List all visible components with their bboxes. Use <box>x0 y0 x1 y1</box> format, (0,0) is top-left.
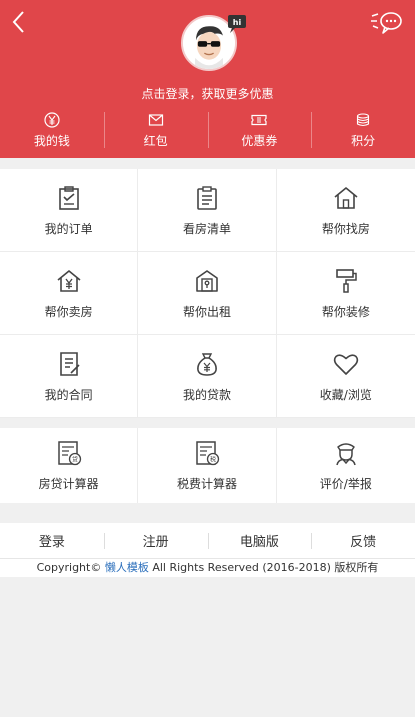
footer-link-login[interactable]: 登录 <box>0 523 104 558</box>
menu-item-decoration[interactable]: 帮你装修 <box>276 252 415 335</box>
menu-item-label: 帮你卖房 <box>44 304 93 319</box>
officer-icon <box>336 443 356 466</box>
tool-review-report[interactable]: 评价/举报 <box>277 428 415 503</box>
yen-coin-icon <box>44 112 60 128</box>
tool-loan-calculator[interactable]: 贷 房贷计算器 <box>0 428 139 503</box>
order-clipboard-icon <box>58 185 79 210</box>
coupon-icon <box>251 114 267 126</box>
red-envelope-icon <box>148 114 163 126</box>
stat-label: 我的钱 <box>33 134 70 148</box>
tax-calculator-icon: 税 <box>196 441 220 466</box>
stat-label: 红包 <box>143 134 168 148</box>
tool-tax-calculator[interactable]: 税 税费计算器 <box>138 428 277 503</box>
menu-item-label: 收藏/浏览 <box>319 387 372 402</box>
stat-coupon[interactable]: 优惠券 <box>207 110 312 152</box>
menu-item-label: 我的订单 <box>44 221 93 236</box>
menu-item-my-orders[interactable]: 我的订单 <box>0 169 139 252</box>
tools-grid: 贷 房贷计算器 税 税费计算器 评价/举报 <box>0 428 415 503</box>
stat-label: 优惠券 <box>241 134 278 148</box>
house-key-icon <box>196 269 218 292</box>
heart-icon <box>333 353 358 375</box>
copyright: Copyright© 懒人模板 All Rights Reserved (201… <box>0 559 415 577</box>
menu-item-label: 帮你装修 <box>321 304 370 319</box>
footer-nav: 登录 注册 电脑版 反馈 <box>0 523 415 559</box>
copyright-suffix: All Rights Reserved (2016-2018) 版权所有 <box>148 561 379 574</box>
menu-item-find-house[interactable]: 帮你找房 <box>276 169 415 252</box>
login-prompt[interactable]: 点击登录，获取更多优惠 <box>0 85 415 102</box>
menu-item-my-loan[interactable]: 我的贷款 <box>138 335 277 418</box>
tool-label: 税费计算器 <box>176 477 237 491</box>
chat-bubble-icon[interactable] <box>369 10 403 36</box>
copyright-prefix: Copyright© <box>36 561 105 574</box>
points-stack-icon <box>357 113 370 127</box>
stat-red-envelope[interactable]: 红包 <box>103 110 208 152</box>
stat-label: 积分 <box>351 134 376 148</box>
profile-header: hi 点击登录，获取更多优惠 我的钱 红包 优惠券 积分 <box>0 0 415 158</box>
menu-item-label: 看房清单 <box>182 221 231 236</box>
contract-icon <box>59 351 80 376</box>
list-clipboard-icon <box>197 185 217 210</box>
tax-badge-text: 税 <box>210 456 216 464</box>
menu-item-viewing-list[interactable]: 看房清单 <box>138 169 277 252</box>
account-stats: 我的钱 红包 优惠券 积分 <box>0 110 415 152</box>
stat-my-money[interactable]: 我的钱 <box>0 110 104 152</box>
tool-label: 评价/举报 <box>319 477 372 491</box>
menu-item-sell-house[interactable]: 帮你卖房 <box>0 252 139 335</box>
menu-item-label: 帮你出租 <box>182 304 231 319</box>
house-icon <box>334 186 358 209</box>
back-arrow-icon[interactable] <box>8 8 30 36</box>
footer-link-desktop[interactable]: 电脑版 <box>207 523 312 558</box>
menu-item-favorites[interactable]: 收藏/浏览 <box>276 335 415 418</box>
footer-link-register[interactable]: 注册 <box>103 523 208 558</box>
service-menu-grid: 我的订单 看房清单 帮你找房 帮你卖房 帮你出租 帮你装修 我的合同 我的贷款 … <box>0 169 415 418</box>
copyright-link[interactable]: 懒人模板 <box>105 561 149 574</box>
hi-speech-badge-icon: hi <box>228 15 246 33</box>
tool-label: 房贷计算器 <box>38 477 99 491</box>
menu-item-label: 我的合同 <box>44 387 93 402</box>
menu-item-label: 帮你找房 <box>321 221 370 236</box>
money-bag-icon <box>197 352 217 376</box>
loan-badge-text: 贷 <box>72 456 78 464</box>
menu-item-my-contract[interactable]: 我的合同 <box>0 335 139 418</box>
paint-roller-icon <box>336 268 357 293</box>
house-yen-icon <box>57 269 81 292</box>
stat-points[interactable]: 积分 <box>311 110 415 152</box>
menu-item-rent-out[interactable]: 帮你出租 <box>138 252 277 335</box>
loan-calculator-icon: 贷 <box>57 441 81 466</box>
hi-badge-text: hi <box>233 18 242 27</box>
menu-item-label: 我的贷款 <box>182 387 231 402</box>
footer-link-feedback[interactable]: 反馈 <box>311 523 415 558</box>
